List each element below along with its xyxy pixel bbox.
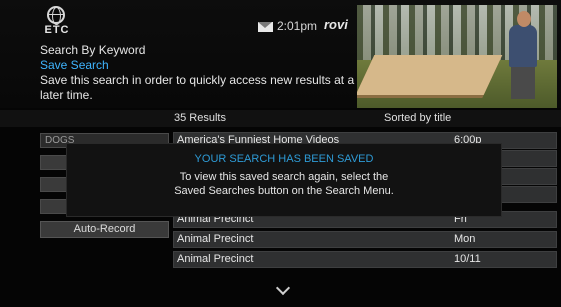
live-tv-preview <box>357 5 557 108</box>
mail-icon <box>258 22 273 32</box>
result-date: 10/11 <box>454 253 481 265</box>
dialog-title: YOUR SEARCH HAS BEEN SAVED <box>194 153 374 165</box>
logo-text: ETC <box>44 24 70 36</box>
etc-logo: ETC <box>40 6 74 36</box>
clock: 2:01pm <box>277 19 318 33</box>
search-screen: ETC 2:01pm rovi Search By Keyword Save S… <box>0 0 561 307</box>
result-row[interactable]: Animal Precinct 10/11 <box>173 251 557 268</box>
results-header-bar <box>0 110 561 127</box>
globe-logo-icon <box>47 6 65 25</box>
dialog-message-line-1: To view this saved search again, select … <box>179 171 389 183</box>
results-count: 35 Results <box>174 112 226 124</box>
video-plywood <box>357 55 503 95</box>
video-person-head <box>517 11 531 27</box>
chevron-down-icon[interactable] <box>275 280 291 296</box>
search-saved-dialog: YOUR SEARCH HAS BEEN SAVED To view this … <box>66 143 502 217</box>
sort-label: Sorted by title <box>384 112 452 124</box>
result-title: Animal Precinct <box>177 253 254 265</box>
rovi-logo: rovi <box>324 17 348 32</box>
page-subtitle: Save Search <box>40 58 109 72</box>
video-person <box>509 25 537 67</box>
page-title: Search By Keyword <box>40 43 146 57</box>
header: ETC 2:01pm rovi Search By Keyword Save S… <box>0 0 561 108</box>
page-description: Save this search in order to quickly acc… <box>40 73 355 102</box>
result-title: Animal Precinct <box>177 233 254 245</box>
video-person-legs <box>511 65 535 99</box>
dialog-message: To view this saved search again, select … <box>67 170 501 198</box>
result-date: Mon <box>454 233 476 245</box>
auto-record-button[interactable]: Auto-Record <box>40 221 169 238</box>
result-row[interactable]: Animal Precinct Mon <box>173 231 557 248</box>
dialog-message-line-2: Saved Searches button on the Search Menu… <box>174 185 394 197</box>
